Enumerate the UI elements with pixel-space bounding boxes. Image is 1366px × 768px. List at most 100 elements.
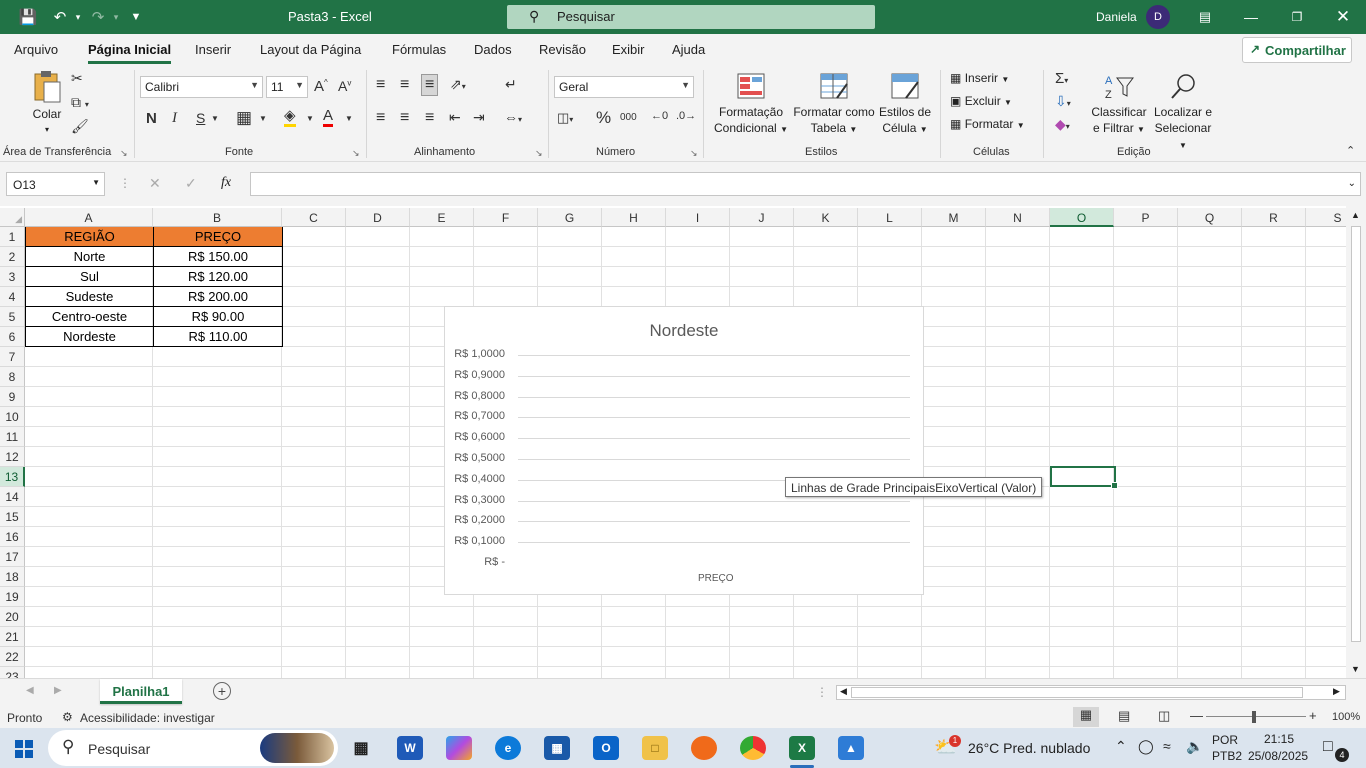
wrap-text-icon[interactable]: ↵ (505, 76, 517, 93)
decrease-indent-icon[interactable]: ⇤ (449, 109, 461, 126)
row-header-23[interactable]: 23 (0, 667, 25, 678)
excel-icon[interactable]: X (789, 736, 815, 760)
orientation-icon[interactable]: ⇗▾ (450, 76, 466, 93)
clear-icon[interactable]: ◆▾ (1055, 116, 1070, 133)
table-cell-price[interactable]: R$ 120.00 (154, 267, 283, 287)
tab-formulas[interactable]: Fórmulas (392, 42, 446, 57)
network-icon[interactable]: ◯ (1138, 738, 1154, 755)
row-header-8[interactable]: 8 (0, 367, 25, 387)
language-2[interactable]: PTB2 (1212, 749, 1242, 763)
share-button[interactable]: ↗ Compartilhar (1242, 37, 1352, 63)
thousands-button[interactable]: 000 (620, 112, 637, 123)
decrease-font-icon[interactable]: Av (338, 78, 351, 94)
insert-function-icon[interactable]: fx (221, 175, 231, 191)
chart-gridline[interactable] (518, 542, 910, 544)
column-header-q[interactable]: Q (1178, 208, 1242, 227)
italic-button[interactable]: I (172, 110, 177, 127)
task-view-icon[interactable]: ▦ (348, 736, 374, 760)
row-header-17[interactable]: 17 (0, 547, 25, 567)
chart-gridline[interactable] (518, 375, 910, 377)
name-box[interactable]: O13 ▼ (6, 172, 105, 196)
column-header-n[interactable]: N (986, 208, 1050, 227)
tab-layout[interactable]: Layout da Página (260, 42, 361, 57)
clipboard-launcher-icon[interactable]: ↘ (120, 148, 128, 159)
chevron-down-icon[interactable]: ▼ (306, 114, 314, 123)
percent-button[interactable]: % (596, 108, 611, 128)
number-format-combo[interactable]: Geral ▼ (554, 76, 694, 98)
row-header-7[interactable]: 7 (0, 347, 25, 367)
column-header-a[interactable]: A (25, 208, 153, 227)
chevron-down-icon[interactable]: ▼ (345, 114, 353, 123)
undo-icon[interactable]: ↶ (50, 7, 70, 27)
table-cell-region[interactable]: Sul (26, 267, 154, 287)
font-size-combo[interactable]: 11 ▼ (266, 76, 308, 98)
collapse-ribbon-icon[interactable]: ⌃ (1346, 144, 1355, 157)
copilot-icon[interactable] (446, 736, 472, 760)
horizontal-scrollbar[interactable]: ◀ ▶ (836, 685, 1346, 700)
column-header-o[interactable]: O (1050, 208, 1114, 227)
select-all-button[interactable]: ◢ (0, 208, 25, 227)
row-header-4[interactable]: 4 (0, 287, 25, 307)
zoom-slider[interactable] (1206, 716, 1306, 717)
tab-ajuda[interactable]: Ajuda (672, 42, 705, 57)
page-break-icon[interactable]: ◫ (1158, 708, 1170, 724)
tab-dados[interactable]: Dados (474, 42, 512, 57)
add-sheet-icon[interactable]: + (213, 682, 231, 700)
row-header-15[interactable]: 15 (0, 507, 25, 527)
header-cell-preco[interactable]: PREÇO (154, 227, 283, 247)
row-header-16[interactable]: 16 (0, 527, 25, 547)
cut-icon[interactable]: ✂ (71, 70, 83, 87)
row-header-22[interactable]: 22 (0, 647, 25, 667)
align-top-icon[interactable]: ≡ (376, 76, 385, 94)
volume-icon[interactable]: 🔈 (1186, 738, 1203, 755)
table-cell-price[interactable]: R$ 90.00 (154, 307, 283, 327)
scroll-left-icon[interactable]: ◀ (840, 686, 847, 697)
find-select-button[interactable]: Localizar e Selecionar ▼ (1150, 72, 1216, 154)
tab-exibir[interactable]: Exibir (612, 42, 645, 57)
scroll-thumb[interactable] (1351, 226, 1361, 642)
redo-dropdown-icon[interactable]: ▾ (106, 7, 126, 27)
row-header-1[interactable]: 1 (0, 227, 25, 247)
font-name-combo[interactable]: Calibri ▼ (140, 76, 263, 98)
prev-sheet-icon[interactable]: ◀ (26, 685, 34, 696)
row-header-19[interactable]: 19 (0, 587, 25, 607)
cancel-icon[interactable]: ✕ (149, 175, 161, 192)
row-header-18[interactable]: 18 (0, 567, 25, 587)
vertical-scrollbar[interactable]: ▲ ▼ (1346, 206, 1366, 678)
column-header-h[interactable]: H (602, 208, 666, 227)
column-header-g[interactable]: G (538, 208, 602, 227)
save-icon[interactable]: 💾 (18, 7, 38, 27)
row-header-20[interactable]: 20 (0, 607, 25, 627)
minimize-icon[interactable]: — (1228, 0, 1274, 34)
column-header-d[interactable]: D (346, 208, 410, 227)
show-hidden-icons-icon[interactable]: ⌃ (1115, 738, 1127, 755)
row-header-9[interactable]: 9 (0, 387, 25, 407)
align-right-icon[interactable]: ≡ (425, 109, 434, 127)
scroll-right-icon[interactable]: ▶ (1333, 686, 1340, 697)
zoom-slider-thumb[interactable] (1252, 711, 1256, 723)
clock-date[interactable]: 25/08/2025 (1248, 749, 1308, 763)
row-header-6[interactable]: 6 (0, 327, 25, 347)
chart-gridline[interactable] (518, 459, 910, 460)
restore-icon[interactable]: ❐ (1274, 0, 1320, 34)
outlook-icon[interactable]: O (593, 736, 619, 760)
tab-inserir[interactable]: Inserir (195, 42, 231, 57)
merge-center-icon[interactable]: ⇔▾ (504, 109, 522, 125)
row-header-12[interactable]: 12 (0, 447, 25, 467)
table-cell-region[interactable]: Sudeste (26, 287, 154, 307)
redo-icon[interactable]: ↷ (88, 7, 108, 27)
selected-cell[interactable] (1050, 466, 1118, 489)
chart-gridline[interactable] (518, 396, 910, 398)
expand-formula-icon[interactable]: ⌄ (1348, 178, 1356, 189)
file-explorer-icon[interactable]: □ (642, 736, 668, 760)
table-cell-price[interactable]: R$ 150.00 (154, 247, 283, 267)
table-cell-region[interactable]: Nordeste (26, 327, 154, 347)
chart-gridline[interactable] (518, 417, 910, 419)
chrome-icon[interactable] (740, 736, 766, 760)
weather-text[interactable]: 26°C Pred. nublado (968, 740, 1090, 756)
undo-dropdown-icon[interactable]: ▾ (68, 7, 88, 27)
chart-gridline[interactable] (518, 438, 910, 440)
ribbon-display-icon[interactable]: ▤ (1182, 0, 1228, 34)
alignment-launcher-icon[interactable]: ↘ (535, 148, 543, 159)
notification-icon[interactable]: □ (1323, 738, 1333, 756)
